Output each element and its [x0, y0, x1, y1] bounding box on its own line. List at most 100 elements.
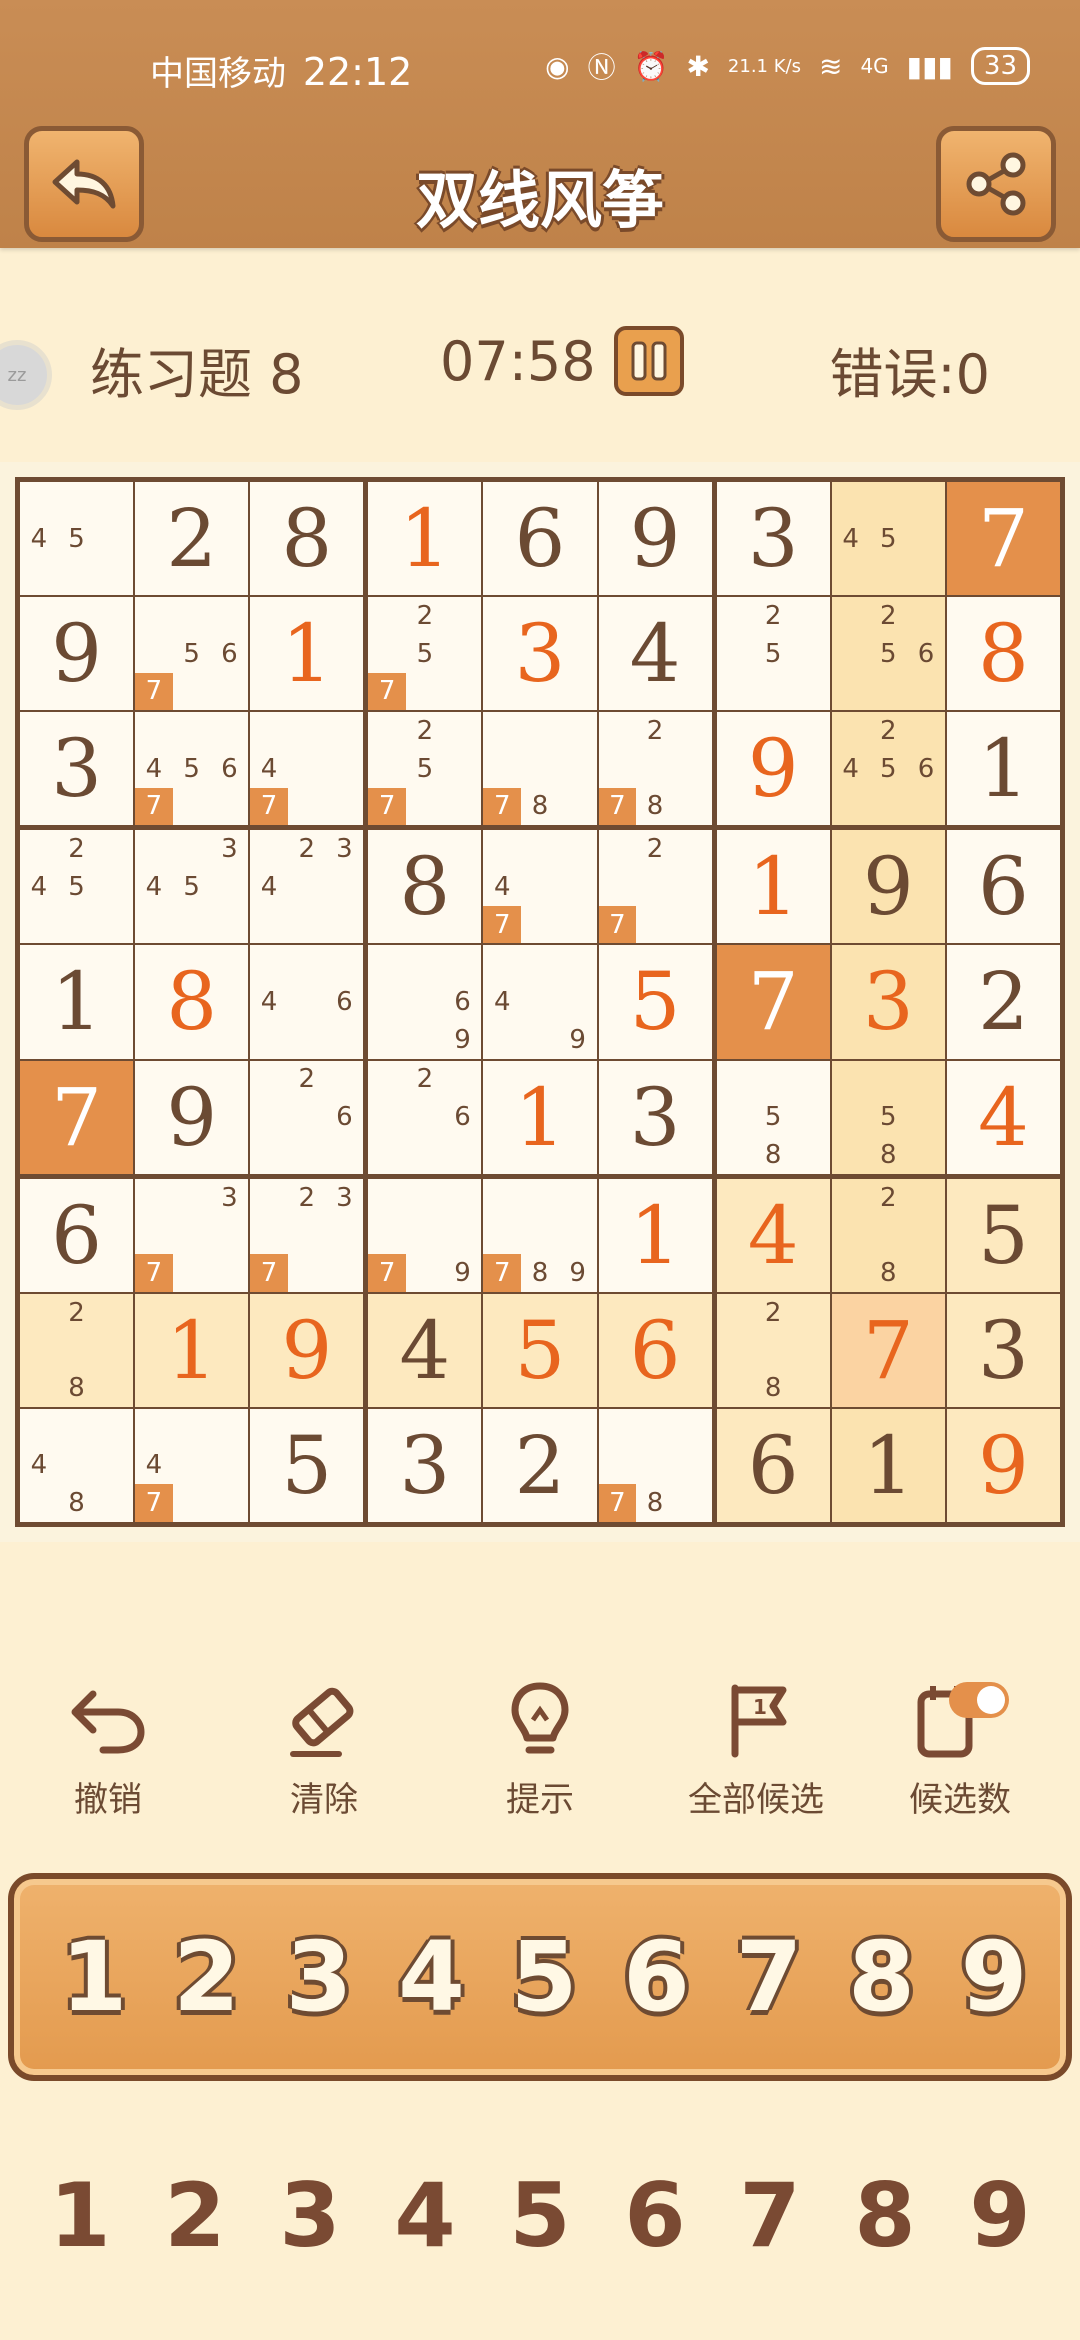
board-cell[interactable]: 2456	[831, 712, 945, 826]
board-cell[interactable]: 9	[20, 597, 134, 711]
board-cell[interactable]: 6	[483, 482, 597, 596]
board-cell[interactable]: 1	[368, 482, 482, 596]
candidate-button-9[interactable]: 9	[950, 2164, 1050, 2267]
board-cell[interactable]: 28	[716, 1293, 830, 1407]
board-cell[interactable]: 2 56	[831, 597, 945, 711]
number-button-7[interactable]: 7	[719, 1921, 819, 2033]
board-cell[interactable]: 4	[368, 1293, 482, 1407]
board-cell[interactable]: 6	[716, 1408, 830, 1522]
board-cell[interactable]: 8	[946, 597, 1060, 711]
board-cell[interactable]: 9	[135, 1060, 249, 1174]
board-cell[interactable]: 78	[483, 712, 597, 826]
board-cell[interactable]: 1	[20, 945, 134, 1059]
notes-toggle-button[interactable]: 候选数	[860, 1680, 1060, 1821]
board-cell[interactable]: 245	[20, 830, 134, 944]
number-button-5[interactable]: 5	[494, 1921, 594, 2033]
board-cell[interactable]: 2 57	[368, 712, 482, 826]
board-cell[interactable]: 3	[20, 712, 134, 826]
board-cell[interactable]: 9	[598, 482, 712, 596]
board-cell[interactable]: 789	[483, 1178, 597, 1292]
board-cell[interactable]: 69	[368, 945, 482, 1059]
board-cell[interactable]: 3	[946, 1293, 1060, 1407]
board-cell[interactable]: 2 57	[368, 597, 482, 711]
board-cell[interactable]: 9	[946, 1408, 1060, 1522]
number-button-2[interactable]: 2	[157, 1921, 257, 2033]
board-cell[interactable]: 4	[598, 597, 712, 711]
board-cell[interactable]: 7	[946, 482, 1060, 596]
board-cell[interactable]: 5	[250, 1408, 364, 1522]
number-button-8[interactable]: 8	[832, 1921, 932, 2033]
board-cell[interactable]: 1	[483, 1060, 597, 1174]
board-cell[interactable]: 56 7	[135, 597, 249, 711]
erase-button[interactable]: 清除	[224, 1680, 424, 1821]
board-cell[interactable]: 1	[831, 1408, 945, 1522]
number-button-6[interactable]: 6	[607, 1921, 707, 2033]
pause-button[interactable]	[614, 326, 684, 396]
board-cell[interactable]: 3	[598, 1060, 712, 1174]
board-cell[interactable]: 5	[946, 1178, 1060, 1292]
board-cell[interactable]: 45	[20, 482, 134, 596]
board-cell[interactable]: 7	[20, 1060, 134, 1174]
board-cell[interactable]: 2	[483, 1408, 597, 1522]
board-cell[interactable]: 5	[598, 945, 712, 1059]
board-cell[interactable]: 58	[716, 1060, 830, 1174]
board-cell[interactable]: 8	[250, 482, 364, 596]
candidate-button-2[interactable]: 2	[145, 2164, 245, 2267]
board-cell[interactable]: 5	[483, 1293, 597, 1407]
candidate-button-7[interactable]: 7	[720, 2164, 820, 2267]
board-cell[interactable]: 25	[716, 597, 830, 711]
board-cell[interactable]: 45	[831, 482, 945, 596]
board-cell[interactable]: 79	[368, 1178, 482, 1292]
board-cell[interactable]: 1	[946, 712, 1060, 826]
board-cell[interactable]: 1	[250, 597, 364, 711]
number-button-1[interactable]: 1	[44, 1921, 144, 2033]
board-cell[interactable]: 26	[368, 1060, 482, 1174]
board-cell[interactable]: 2	[946, 945, 1060, 1059]
board-cell[interactable]: 37	[135, 1178, 249, 1292]
board-cell[interactable]: 3	[831, 945, 945, 1059]
board-cell[interactable]: 7	[716, 945, 830, 1059]
board-cell[interactable]: 8	[368, 830, 482, 944]
board-cell[interactable]: 3	[716, 482, 830, 596]
board-cell[interactable]: 47	[483, 830, 597, 944]
board-cell[interactable]: 6	[598, 1293, 712, 1407]
candidate-button-1[interactable]: 1	[30, 2164, 130, 2267]
board-cell[interactable]: 23 7	[250, 1178, 364, 1292]
board-cell[interactable]: 1	[716, 830, 830, 944]
board-cell[interactable]: 6	[20, 1178, 134, 1292]
candidate-button-6[interactable]: 6	[605, 2164, 705, 2267]
number-button-3[interactable]: 3	[269, 1921, 369, 2033]
board-cell[interactable]: 26	[250, 1060, 364, 1174]
candidate-button-8[interactable]: 8	[835, 2164, 935, 2267]
board-cell[interactable]: 9	[716, 712, 830, 826]
board-cell[interactable]: 46	[250, 945, 364, 1059]
undo-button[interactable]: 撤销	[8, 1680, 208, 1821]
board-cell[interactable]: 9	[250, 1293, 364, 1407]
board-cell[interactable]: 47	[250, 712, 364, 826]
board-cell[interactable]: 27	[598, 830, 712, 944]
board-cell[interactable]: 58	[831, 1060, 945, 1174]
board-cell[interactable]: 23 4	[250, 830, 364, 944]
board-cell[interactable]: 4	[946, 1060, 1060, 1174]
board-cell[interactable]: 2	[135, 482, 249, 596]
board-cell[interactable]: 3 45	[135, 830, 249, 944]
board-cell[interactable]: 7	[831, 1293, 945, 1407]
board-cell[interactable]: 48	[20, 1408, 134, 1522]
board-cell[interactable]: 456 7	[135, 712, 249, 826]
board-cell[interactable]: 28	[831, 1178, 945, 1292]
board-cell[interactable]: 1	[598, 1178, 712, 1292]
board-cell[interactable]: 1	[135, 1293, 249, 1407]
board-cell[interactable]: 28	[20, 1293, 134, 1407]
board-cell[interactable]: 6	[946, 830, 1060, 944]
candidate-button-4[interactable]: 4	[375, 2164, 475, 2267]
candidate-button-5[interactable]: 5	[490, 2164, 590, 2267]
board-cell[interactable]: 8	[135, 945, 249, 1059]
number-button-4[interactable]: 4	[382, 1921, 482, 2033]
board-cell[interactable]: 3	[368, 1408, 482, 1522]
board-cell[interactable]: 47	[135, 1408, 249, 1522]
share-button[interactable]	[936, 126, 1056, 242]
number-button-9[interactable]: 9	[944, 1921, 1044, 2033]
all-candidates-button[interactable]: 1 全部候选	[656, 1680, 856, 1821]
board-cell[interactable]: 3	[483, 597, 597, 711]
board-cell[interactable]: 4	[716, 1178, 830, 1292]
